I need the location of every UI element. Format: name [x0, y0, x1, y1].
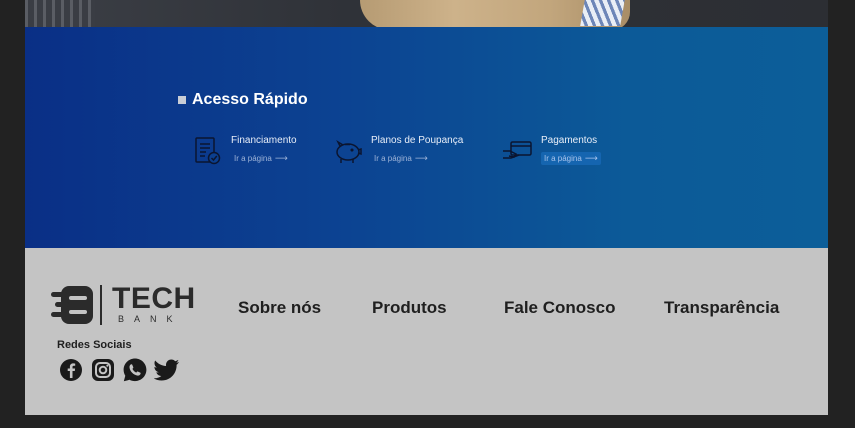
link-text: Ir a página	[544, 154, 582, 163]
go-to-page-link[interactable]: Ir a página ⟶	[371, 152, 463, 165]
go-to-page-link[interactable]: Ir a página ⟶	[231, 152, 297, 165]
nav-link-transparencia[interactable]: Transparência	[664, 298, 779, 318]
arrow-right-icon: ⟶	[584, 153, 598, 163]
quick-access-item-pagamentos[interactable]: Pagamentos Ir a página ⟶	[501, 135, 601, 167]
quick-access-section: Acesso Rápido Financiamento Ir a página …	[25, 27, 828, 248]
nav-link-fale-conosco[interactable]: Fale Conosco	[504, 298, 615, 318]
hero-background-blinds	[25, 0, 95, 27]
quick-access-title: Acesso Rápido	[192, 91, 308, 108]
quick-access-heading: Acesso Rápido	[178, 91, 308, 109]
tech-bank-logo[interactable]: TECH BANK	[51, 284, 196, 326]
quick-access-label: Financiamento	[231, 135, 297, 146]
social-heading: Redes Sociais	[57, 339, 132, 351]
instagram-icon[interactable]	[90, 357, 116, 383]
nav-link-sobre-nos[interactable]: Sobre nós	[238, 298, 321, 318]
quick-access-label: Planos de Poupança	[371, 135, 464, 146]
logo-divider	[100, 285, 102, 325]
social-icons	[58, 357, 180, 383]
document-check-icon	[193, 135, 223, 167]
whatsapp-icon[interactable]	[122, 357, 148, 383]
logo-word-bank: BANK	[118, 314, 183, 324]
quick-access-label: Pagamentos	[541, 135, 598, 146]
page-right-gutter	[828, 0, 855, 428]
piggy-bank-icon	[333, 135, 363, 167]
facebook-icon[interactable]	[58, 357, 84, 383]
hero-person-shirt	[580, 0, 626, 26]
go-to-page-link[interactable]: Ir a página ⟶	[541, 152, 601, 165]
quick-access-item-financiamento[interactable]: Financiamento Ir a página ⟶	[193, 135, 297, 167]
twitter-icon[interactable]	[154, 357, 180, 383]
page-left-gutter	[0, 0, 25, 428]
quick-access-item-poupanca[interactable]: Planos de Poupança Ir a página ⟶	[333, 135, 463, 167]
site-footer: TECH BANK Sobre nós Produtos Fale Conosc…	[25, 248, 828, 415]
logo-word-tech: TECH	[112, 282, 196, 315]
nav-link-produtos[interactable]: Produtos	[372, 298, 447, 318]
hero-image	[25, 0, 828, 27]
heading-square-bullet	[178, 96, 186, 104]
card-payment-icon	[501, 135, 533, 167]
page-bottom-strip	[25, 415, 828, 428]
link-text: Ir a página	[374, 154, 412, 163]
arrow-right-icon: ⟶	[274, 153, 288, 163]
link-text: Ir a página	[234, 154, 272, 163]
logo-mark-icon	[51, 284, 95, 326]
arrow-right-icon: ⟶	[414, 153, 428, 163]
